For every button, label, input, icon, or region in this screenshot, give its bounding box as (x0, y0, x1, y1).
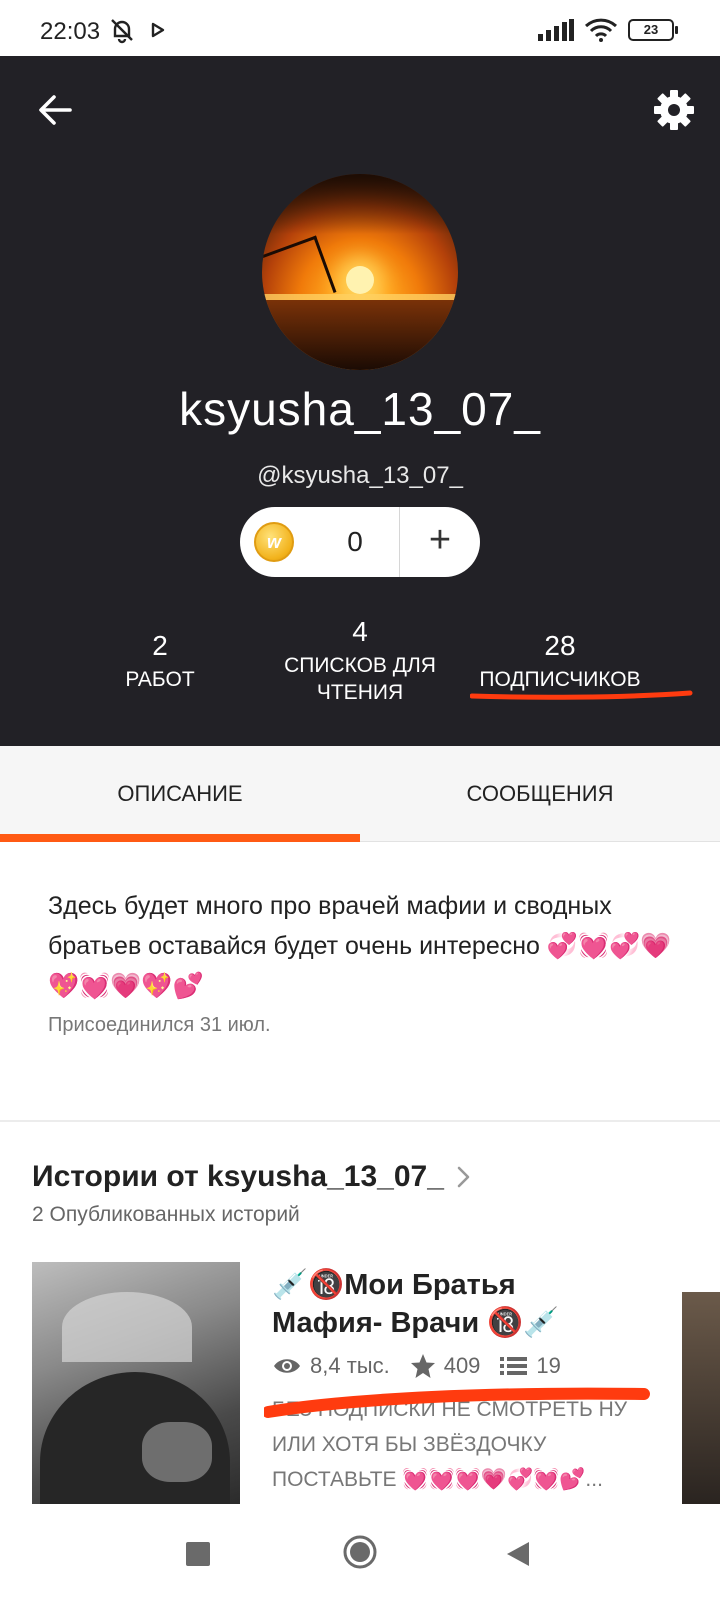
arrow-left-icon[interactable] (36, 90, 76, 130)
tab-description[interactable]: ОПИСАНИЕ (0, 746, 360, 842)
username: @ksyusha_13_07_ (257, 462, 463, 489)
active-tab-indicator (0, 834, 360, 842)
story-cover-image[interactable] (32, 1262, 240, 1504)
stat-followers[interactable]: 28 ПОДПИСЧИКОВ (460, 630, 660, 693)
profile-header: ksyusha_13_07_ @ksyusha_13_07_ w 0 + 2 Р… (0, 56, 720, 746)
circle-home-icon[interactable] (342, 1534, 378, 1570)
wifi-icon (584, 18, 618, 42)
tab-messages[interactable]: СООБЩЕНИЯ (360, 746, 720, 842)
stat-works[interactable]: 2 РАБОТ (100, 630, 220, 693)
square-icon[interactable] (186, 1542, 210, 1566)
list-icon (500, 1357, 528, 1375)
stories-section-title[interactable]: Истории от ksyusha_13_07_ (32, 1160, 444, 1194)
next-story-cover[interactable] (682, 1292, 720, 1504)
battery-icon: 23 (628, 19, 678, 41)
story-views: 8,4 тыс. (310, 1353, 390, 1378)
eye-icon (274, 1359, 300, 1373)
stat-lists-label: СПИСКОВ ДЛЯ ЧТЕНИЯ (284, 654, 436, 704)
red-scribble-annotation (264, 1387, 650, 1418)
coin-icon: w (254, 522, 294, 562)
bell-off-icon (111, 19, 133, 44)
red-underline-annotation (470, 690, 693, 700)
gear-icon[interactable] (652, 88, 696, 132)
add-coins-button[interactable]: + (400, 507, 480, 577)
chevron-right-icon[interactable] (454, 1162, 474, 1192)
coins-count: 0 (347, 526, 363, 557)
section-divider (0, 1120, 720, 1122)
profile-description: Здесь будет много про врачей мафии и сво… (48, 892, 672, 1000)
stat-followers-value: 28 (544, 630, 576, 661)
stat-lists-value: 4 (352, 616, 368, 647)
stories-count: 2 Опубликованных историй (32, 1203, 300, 1226)
stat-works-value: 2 (152, 630, 168, 661)
coins-pill: w 0 + (240, 507, 480, 577)
story-title[interactable]: 💉🔞Мои Братья Мафия- Врачи 🔞💉 (272, 1266, 602, 1342)
signal-icon (538, 19, 574, 41)
joined-date: Присоединился 31 июл. (48, 1014, 271, 1036)
display-name: ksyusha_13_07_ (179, 383, 541, 435)
story-stats: 8,4 тыс. 409 19 (272, 1353, 581, 1379)
star-icon (410, 1354, 435, 1378)
status-bar: 22:03 23 (0, 0, 720, 56)
status-time: 22:03 (40, 18, 101, 45)
profile-tabs: ОПИСАНИЕ СООБЩЕНИЯ (0, 746, 720, 842)
story-parts: 19 (536, 1353, 561, 1378)
play-icon (151, 22, 165, 38)
stat-followers-label: ПОДПИСЧИКОВ (479, 668, 641, 691)
stat-reading-lists[interactable]: 4 СПИСКОВ ДЛЯ ЧТЕНИЯ (260, 616, 460, 706)
stat-works-label: РАБОТ (125, 668, 195, 691)
system-nav-bar (0, 1504, 720, 1600)
story-votes: 409 (443, 1353, 481, 1378)
triangle-back-icon[interactable] (505, 1540, 531, 1568)
avatar[interactable] (262, 174, 458, 370)
